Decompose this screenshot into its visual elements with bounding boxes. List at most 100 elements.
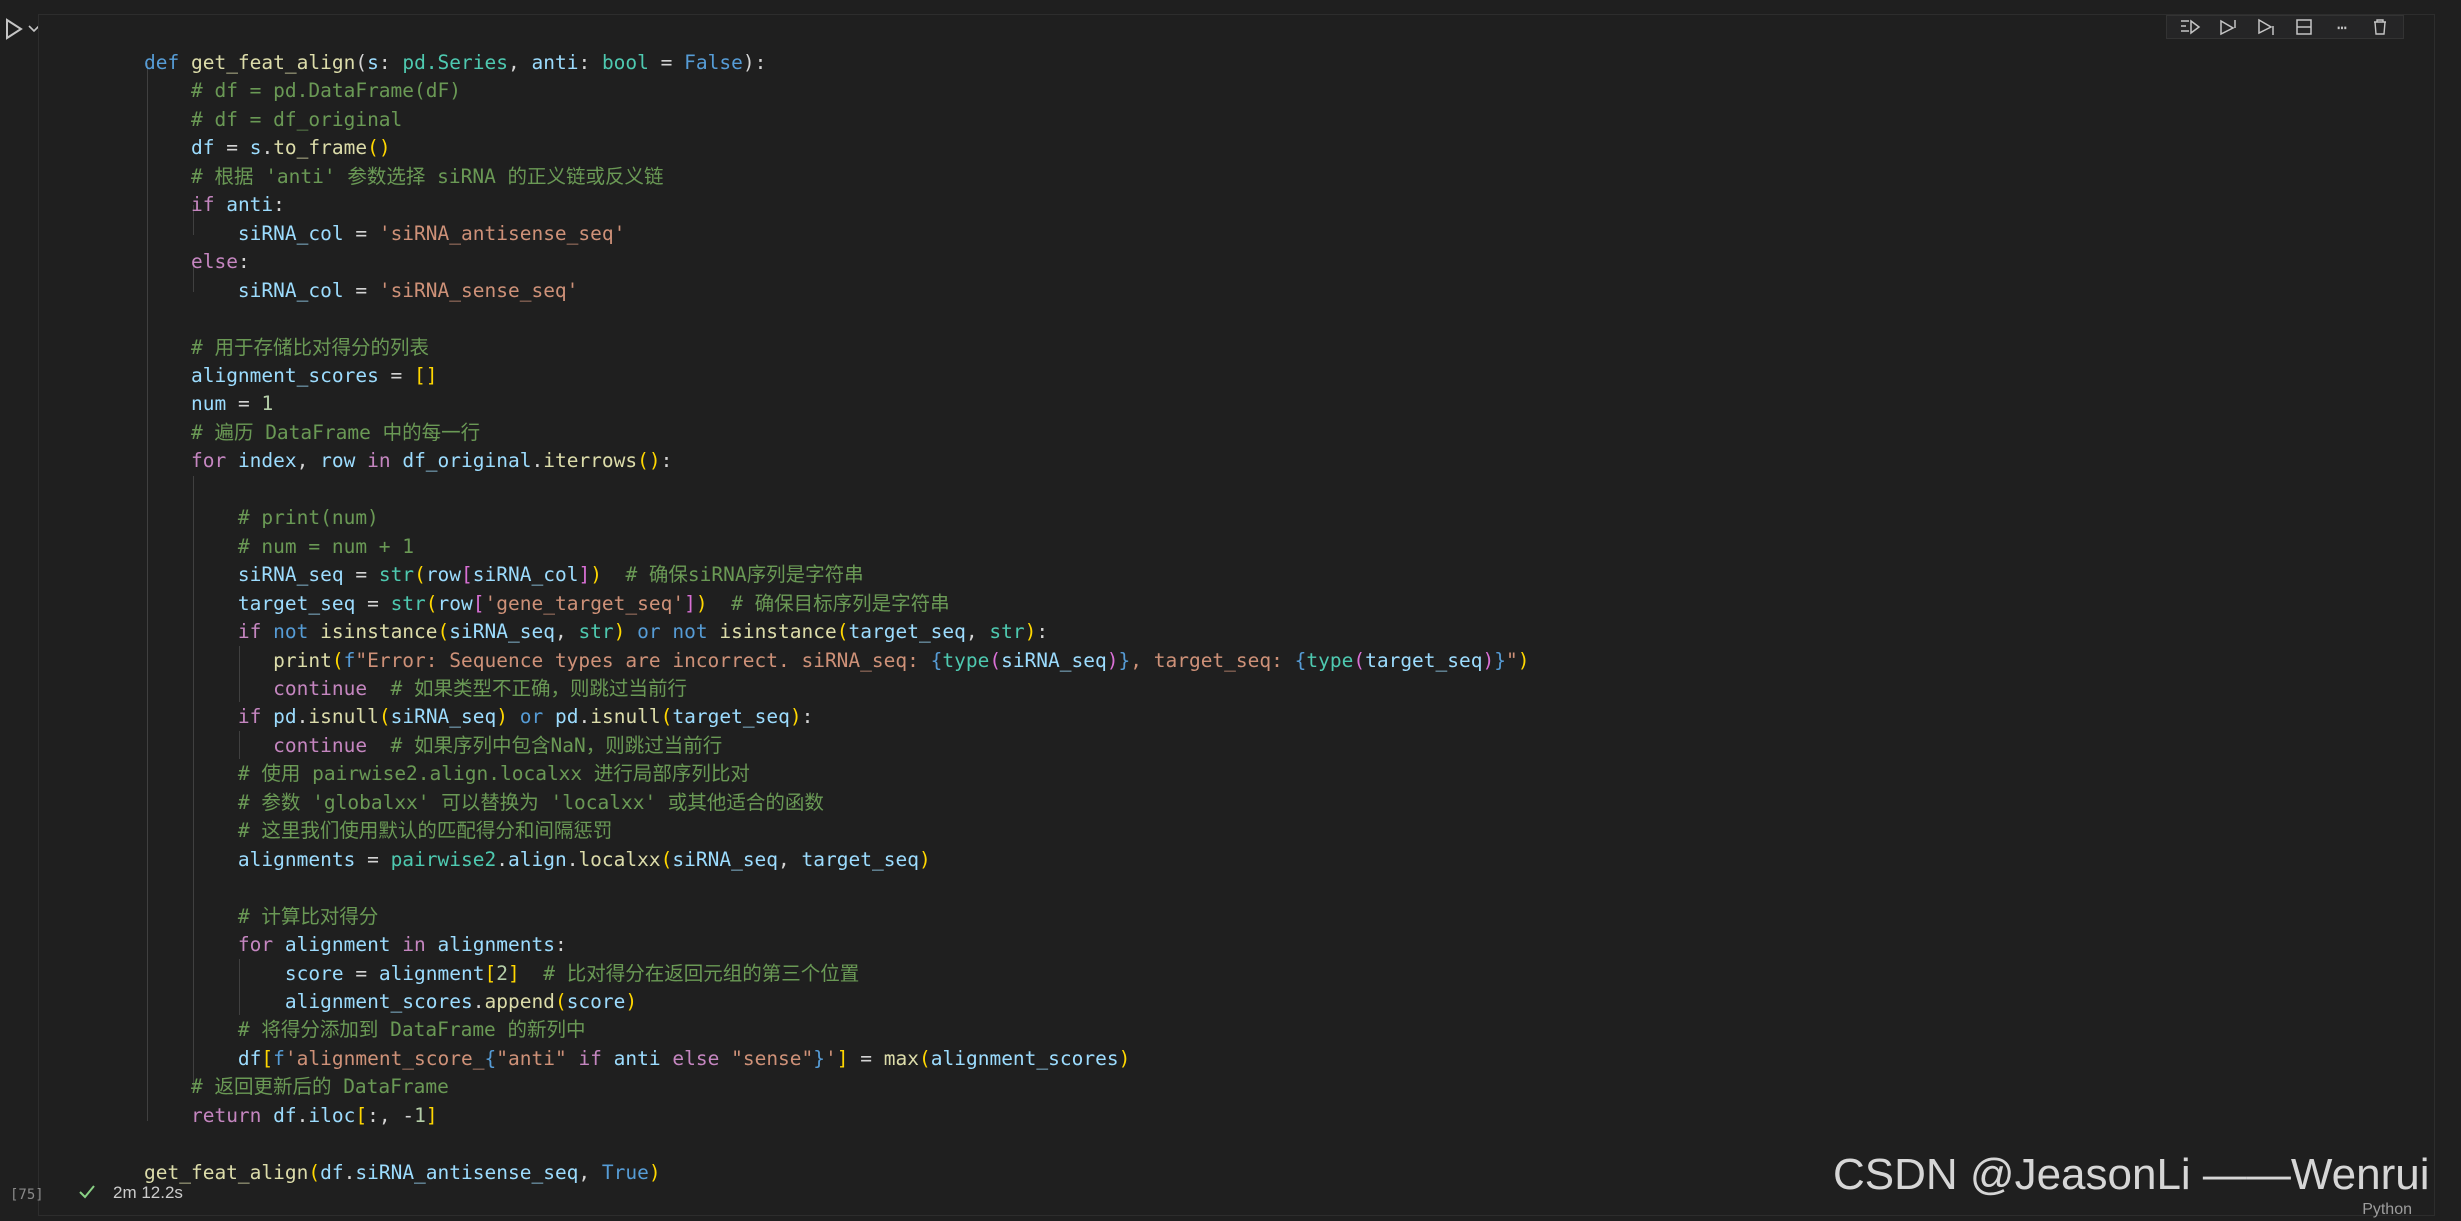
code-line[interactable]: if pd.isnull(siRNA_seq) or pd.isnull(tar… xyxy=(144,703,1530,731)
code-token: = xyxy=(226,392,262,416)
code-token: df_original xyxy=(402,449,532,473)
code-line[interactable]: # print(num) xyxy=(144,504,1530,532)
code-token: # 用于存储比对得分的列表 xyxy=(190,335,429,359)
code-line[interactable]: if not isinstance(siRNA_seq, str) or not… xyxy=(144,618,1530,646)
code-token: ) xyxy=(1482,648,1495,672)
code-token: : xyxy=(237,250,250,274)
code-line[interactable]: # 根据 'anti' 参数选择 siRNA 的正义链或反义链 xyxy=(144,163,1530,191)
split-cell-icon[interactable] xyxy=(2291,18,2317,36)
code-line[interactable] xyxy=(144,305,1530,333)
code-line[interactable]: # 使用 pairwise2.align.localxx 进行局部序列比对 xyxy=(144,760,1530,788)
code-token: = xyxy=(343,221,379,245)
code-line[interactable]: continue # 如果类型不正确，则跳过当前行 xyxy=(144,675,1530,703)
code-token: = xyxy=(343,278,379,302)
code-line[interactable]: for alignment in alignments: xyxy=(144,931,1530,959)
code-line[interactable]: siRNA_seq = str(row[siRNA_col]) # 确保siRN… xyxy=(144,561,1530,589)
code-token: return xyxy=(190,1103,274,1127)
code-token: target_seq xyxy=(848,620,966,644)
code-token: ( xyxy=(554,989,567,1013)
code-line[interactable]: siRNA_col = 'siRNA_sense_seq' xyxy=(144,277,1530,305)
code-line[interactable] xyxy=(144,1130,1530,1158)
code-token: 'siRNA_antisense_seq' xyxy=(378,221,626,245)
code-line[interactable]: num = 1 xyxy=(144,390,1530,418)
code-line[interactable]: df = s.to_frame() xyxy=(144,134,1530,162)
code-line[interactable]: target_seq = str(row['gene_target_seq'])… xyxy=(144,590,1530,618)
code-token: ( xyxy=(437,620,450,644)
code-token: = xyxy=(355,591,391,615)
code-token: [ xyxy=(461,563,473,587)
code-line[interactable]: df[f'alignment_score_{"anti" if anti els… xyxy=(144,1045,1530,1073)
code-line[interactable]: print(f"Error: Sequence types are incorr… xyxy=(144,647,1529,675)
code-token: for xyxy=(237,933,285,957)
code-line[interactable]: get_feat_align(df.siRNA_antisense_seq, T… xyxy=(144,1159,1530,1187)
code-token: target_seq xyxy=(237,591,356,615)
code-line[interactable]: alignment_scores = [] xyxy=(144,362,1530,390)
code-token: ) xyxy=(625,989,638,1013)
code-token: pd xyxy=(554,705,579,729)
code-line[interactable]: for index, row in df_original.iterrows()… xyxy=(144,447,1530,475)
code-line[interactable] xyxy=(144,874,1530,902)
code-line[interactable]: # df = pd.DataFrame(dF) xyxy=(144,77,1530,105)
code-token: = xyxy=(355,847,391,871)
code-line[interactable]: # num = num + 1 xyxy=(144,533,1530,561)
code-line[interactable]: # 返回更新后的 DataFrame xyxy=(144,1073,1530,1101)
code-token: [ xyxy=(261,1046,274,1070)
code-line[interactable]: # 将得分添加到 DataFrame 的新列中 xyxy=(144,1016,1530,1044)
code-token: for xyxy=(190,449,238,473)
code-token: : xyxy=(660,449,673,473)
code-token: : xyxy=(273,193,285,217)
code-token: ( xyxy=(414,563,426,587)
code-token: ( xyxy=(836,620,849,644)
code-line[interactable]: return df.iloc[:, -1] xyxy=(144,1102,1530,1130)
execute-below-icon[interactable] xyxy=(2253,18,2279,36)
run-cell-icon[interactable] xyxy=(4,18,24,40)
code-line[interactable]: siRNA_col = 'siRNA_antisense_seq' xyxy=(144,220,1530,248)
code-token: , xyxy=(508,51,532,74)
code-token: 'alignment_score_ xyxy=(284,1046,485,1070)
code-line[interactable]: score = alignment[2] # 比对得分在返回元组的第三个位置 xyxy=(144,960,1530,988)
code-editor[interactable]: def get_feat_align(s: pd.Series, anti: b… xyxy=(144,49,1530,1187)
code-line[interactable]: # 参数 'globalxx' 可以替换为 'localxx' 或其他适合的函数 xyxy=(144,789,1530,817)
code-line[interactable]: # df = df_original xyxy=(144,106,1530,134)
execution-time: 2m 12.2s xyxy=(113,1183,183,1202)
code-token: : xyxy=(801,705,814,729)
code-line[interactable]: else: xyxy=(144,248,1530,276)
code-line[interactable]: continue # 如果序列中包含NaN，则跳过当前行 xyxy=(144,732,1530,760)
code-token: ] xyxy=(508,961,520,985)
code-token: align xyxy=(507,847,567,871)
code-line[interactable]: # 这里我们使用默认的匹配得分和间隔惩罚 xyxy=(144,817,1530,845)
code-cell[interactable]: ⋯ def get_feat_align(s: pd.Series, anti:… xyxy=(38,14,2435,1219)
code-token: = xyxy=(343,961,379,985)
cell-language-label[interactable]: Python xyxy=(2362,1201,2412,1219)
code-token: [ xyxy=(484,961,497,985)
code-token: siRNA_seq xyxy=(449,620,555,644)
code-token: : xyxy=(554,933,567,957)
more-icon[interactable]: ⋯ xyxy=(2329,18,2355,37)
code-token: score xyxy=(284,961,344,985)
code-line[interactable]: if anti: xyxy=(144,191,1530,219)
run-cell-control[interactable] xyxy=(4,18,40,40)
code-token: ) xyxy=(648,1160,661,1184)
code-token: = xyxy=(378,363,415,387)
delete-icon[interactable] xyxy=(2367,18,2393,36)
code-line[interactable]: alignments = pairwise2.align.localxx(siR… xyxy=(144,846,1530,874)
code-token: pd xyxy=(273,705,297,729)
code-line[interactable]: # 计算比对得分 xyxy=(144,903,1530,931)
code-line[interactable] xyxy=(144,476,1530,504)
code-line[interactable]: def get_feat_align(s: pd.Series, anti: b… xyxy=(144,49,1530,77)
execute-above-icon[interactable] xyxy=(2215,18,2241,36)
code-line[interactable]: # 用于存储比对得分的列表 xyxy=(144,334,1530,362)
run-by-line-icon[interactable] xyxy=(2177,18,2203,36)
code-line[interactable]: # 遍历 DataFrame 中的每一行 xyxy=(144,419,1530,447)
code-token: { xyxy=(930,648,943,672)
code-line[interactable]: alignment_scores.append(score) xyxy=(144,988,1530,1016)
